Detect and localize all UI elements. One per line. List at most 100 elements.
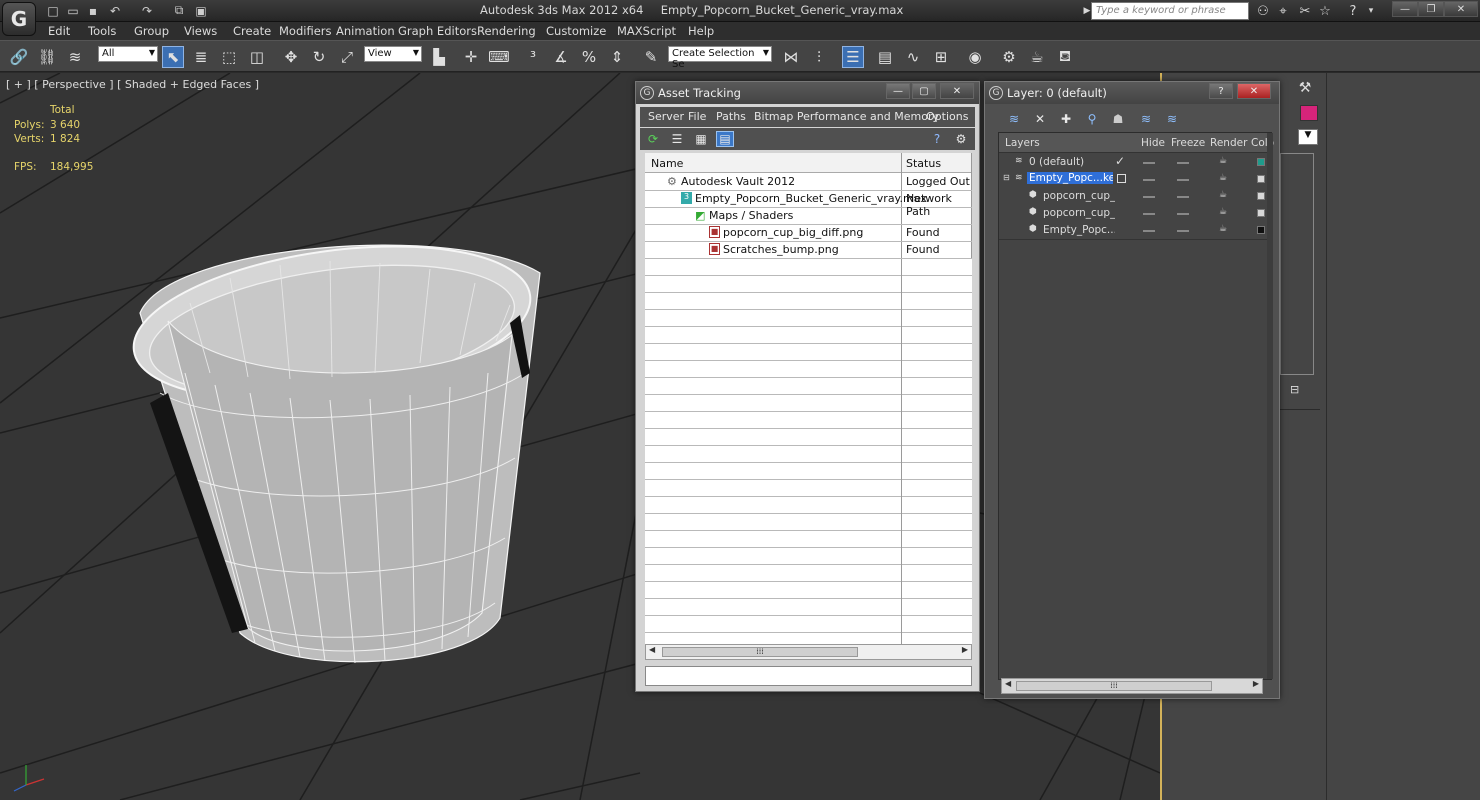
link-icon[interactable]: 🔗 — [8, 46, 30, 68]
undo-icon[interactable]: ↶ — [106, 2, 124, 19]
table-row[interactable]: ■ popcorn_cup_big_diff.png Found — [645, 225, 972, 242]
align-icon[interactable]: ⫶ — [808, 46, 830, 68]
menu-tools[interactable]: Tools — [88, 24, 116, 38]
spinner-snap-icon[interactable]: ⇕ — [606, 46, 628, 68]
menu-rendering[interactable]: Rendering — [477, 24, 536, 38]
select-by-name-icon[interactable]: ≣ — [190, 46, 212, 68]
new-icon[interactable]: □ — [44, 2, 62, 19]
layer-row[interactable]: ≋ 0 (default) ✓ ☕ — [999, 154, 1271, 171]
layer-row[interactable]: ⬢ Empty_Popc...ke ☕ — [999, 222, 1271, 239]
asset-menu-paths[interactable]: Paths — [716, 110, 746, 123]
table-row[interactable]: ⚙ Autodesk Vault 2012 Logged Out ... — [645, 174, 972, 201]
table-view-icon[interactable]: ▤ — [716, 131, 734, 147]
hide-toggle[interactable] — [1143, 230, 1155, 232]
layer-manager-icon[interactable]: ☰ — [842, 46, 864, 68]
reference-coordinate-dropdown[interactable]: View ▼ — [364, 46, 422, 62]
favorites-star-icon[interactable]: ☆ — [1316, 2, 1334, 20]
schematic-view-icon[interactable]: ⊞ — [930, 46, 952, 68]
select-manipulate-icon[interactable]: ✛ — [460, 46, 482, 68]
rectangular-selection-icon[interactable]: ⬚ — [218, 46, 240, 68]
layer-horizontal-scrollbar[interactable]: ◀ ⁞⁞⁞ ▶ — [1001, 678, 1263, 694]
viewport-label[interactable]: [ + ] [ Perspective ] [ Shaded + Edged F… — [6, 78, 259, 91]
layer-row[interactable]: ⬢ popcorn_cup_big ☕ — [999, 188, 1271, 205]
scroll-left-icon[interactable]: ◀ — [649, 645, 655, 654]
hide-toggle[interactable] — [1143, 213, 1155, 215]
rotate-icon[interactable]: ↻ — [308, 46, 330, 68]
create-layer-icon[interactable]: ≋ — [1005, 111, 1023, 127]
menu-create[interactable]: Create — [233, 24, 271, 38]
modifier-stack[interactable] — [1280, 153, 1314, 375]
layer-row[interactable]: ⊟ ≋ Empty_Popc...ket_ ☕ — [999, 171, 1271, 188]
set-current-layer-box[interactable] — [1117, 174, 1126, 183]
freeze-all-layers-icon[interactable]: ≋ — [1163, 111, 1181, 127]
scale-icon[interactable]: ⤢ — [336, 46, 358, 68]
freeze-toggle[interactable] — [1177, 196, 1189, 198]
layer-color-swatch[interactable] — [1257, 158, 1265, 166]
asset-close-button[interactable]: ✕ — [940, 83, 974, 99]
pivot-center-icon[interactable]: ▙ — [428, 46, 450, 68]
freeze-toggle[interactable] — [1177, 213, 1189, 215]
render-teapot-icon[interactable]: ☕ — [1219, 173, 1227, 183]
menu-graph-editors[interactable]: Graph Editors — [398, 24, 477, 38]
help-icon[interactable]: ? — [1344, 2, 1362, 20]
render-teapot-icon[interactable]: ☕ — [1219, 190, 1227, 200]
scroll-right-icon[interactable]: ▶ — [1253, 679, 1259, 688]
asset-menu-bitmap-performance[interactable]: Bitmap Performance and Memory — [754, 110, 939, 123]
table-row[interactable]: ■ Scratches_bump.png Found — [645, 242, 972, 259]
menu-customize[interactable]: Customize — [546, 24, 606, 38]
thumbnail-view-icon[interactable]: ▦ — [692, 131, 710, 147]
asset-maximize-button[interactable]: ▢ — [912, 83, 936, 99]
window-crossing-icon[interactable]: ◫ — [246, 46, 268, 68]
asset-menu-file[interactable]: File — [688, 110, 706, 123]
table-row[interactable]: 3 Empty_Popcorn_Bucket_Generic_vray.max … — [645, 191, 972, 218]
render-teapot-icon[interactable]: ☕ — [1219, 156, 1227, 166]
asset-menu-server[interactable]: Server — [648, 110, 684, 123]
active-layer-check-icon[interactable]: ✓ — [1115, 154, 1125, 168]
layer-color-swatch[interactable] — [1257, 175, 1265, 183]
scroll-right-icon[interactable]: ▶ — [962, 645, 968, 654]
scroll-thumb[interactable]: ⁞⁞⁞ — [1016, 681, 1212, 691]
table-row[interactable]: ◩ Maps / Shaders — [645, 208, 972, 225]
menu-group[interactable]: Group — [134, 24, 169, 38]
asset-menu-options[interactable]: Options — [926, 110, 968, 123]
freeze-toggle[interactable] — [1177, 179, 1189, 181]
col-freeze[interactable]: Freeze — [1171, 137, 1205, 149]
maximize-button[interactable]: ❐ — [1418, 1, 1444, 17]
project-folder-icon[interactable]: ▣ — [192, 2, 210, 19]
help-dropdown-icon[interactable]: ▾ — [1362, 2, 1380, 20]
list-view-icon[interactable]: ☰ — [668, 131, 686, 147]
col-status[interactable]: Status — [906, 157, 941, 170]
hide-toggle[interactable] — [1143, 196, 1155, 198]
collapse-icon[interactable]: ⊟ — [1003, 173, 1010, 182]
hide-toggle[interactable] — [1143, 179, 1155, 181]
snaps-toggle-icon[interactable]: ³ — [522, 46, 544, 68]
asset-minimize-button[interactable]: — — [886, 83, 910, 99]
search-input[interactable]: Type a keyword or phrase — [1091, 2, 1249, 20]
asset-settings-icon[interactable]: ⚙ — [952, 131, 970, 147]
scroll-left-icon[interactable]: ◀ — [1005, 679, 1011, 688]
close-button[interactable]: ✕ — [1444, 1, 1478, 17]
asset-help-icon[interactable]: ? — [928, 131, 946, 147]
communication-icon[interactable]: ✂ — [1296, 2, 1314, 20]
highlight-selected-layer-icon[interactable]: ☗ — [1109, 111, 1127, 127]
popcorn-bucket-model[interactable] — [124, 224, 541, 664]
col-hide[interactable]: Hide — [1141, 137, 1165, 149]
layer-help-button[interactable]: ? — [1209, 83, 1233, 99]
select-objects-in-layer-icon[interactable]: ⚲ — [1083, 111, 1101, 127]
bind-spacewarp-icon[interactable]: ≋ — [64, 46, 86, 68]
menu-maxscript[interactable]: MAXScript — [617, 24, 676, 38]
utilities-hammer-icon[interactable]: ⚒ — [1294, 77, 1316, 99]
object-color-swatch[interactable] — [1300, 105, 1318, 121]
asset-path-field[interactable] — [645, 666, 972, 686]
material-editor-icon[interactable]: ◉ — [964, 46, 986, 68]
layer-close-button[interactable]: ✕ — [1237, 83, 1271, 99]
asset-horizontal-scrollbar[interactable]: ◀ ⁞⁞⁞ ▶ — [645, 644, 972, 660]
layer-row[interactable]: ⬢ popcorn_cup_big ☕ — [999, 205, 1271, 222]
open-icon[interactable]: ▭ — [64, 2, 82, 19]
rendered-frame-window-icon[interactable]: ☕ — [1026, 46, 1048, 68]
percent-snap-icon[interactable]: % — [578, 46, 600, 68]
render-setup-icon[interactable]: ⚙ — [998, 46, 1020, 68]
freeze-toggle[interactable] — [1177, 230, 1189, 232]
add-to-layer-icon[interactable]: ✚ — [1057, 111, 1075, 127]
binoculars-icon[interactable]: ⚇ — [1254, 2, 1272, 20]
